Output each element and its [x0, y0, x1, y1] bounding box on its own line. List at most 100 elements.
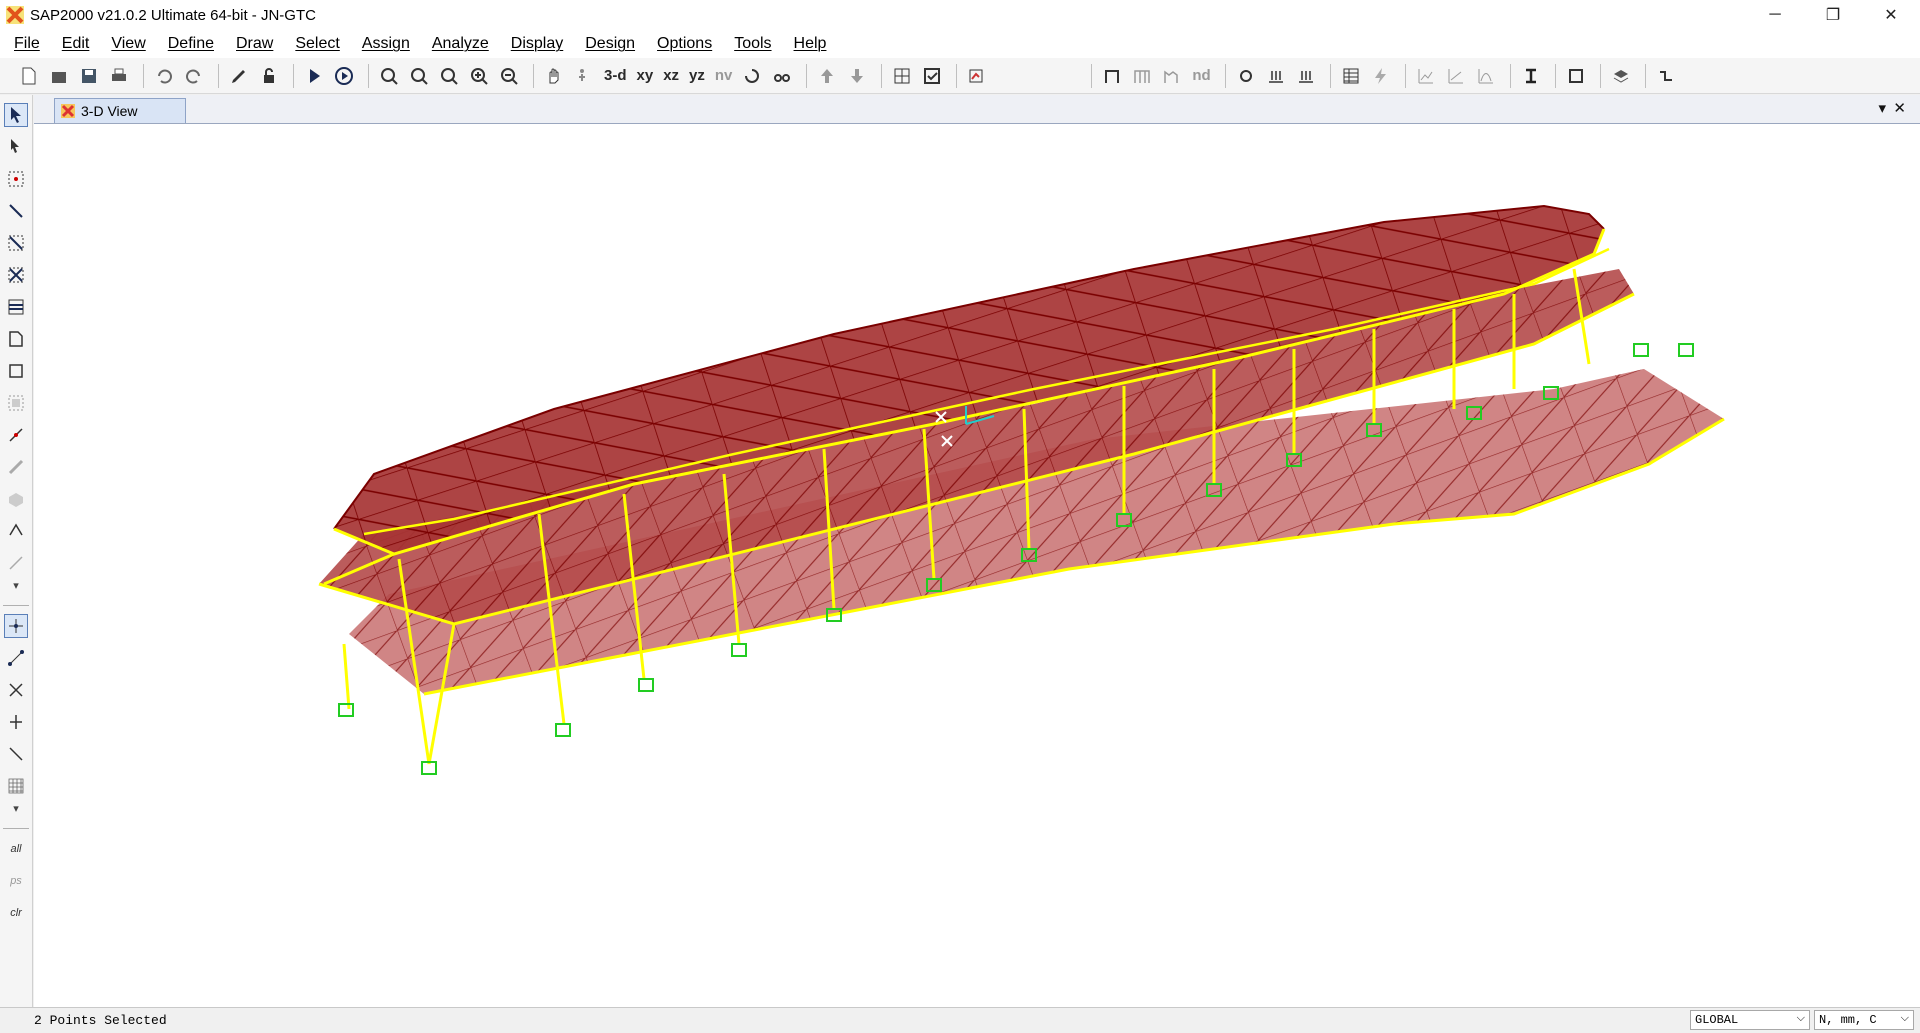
frame-dropdown[interactable] [1159, 63, 1185, 89]
fine-grid-icon [8, 778, 24, 794]
menu-view[interactable]: View [111, 35, 145, 53]
menu-draw[interactable]: Draw [236, 35, 273, 53]
menu-select[interactable]: Select [295, 35, 339, 53]
units-select[interactable]: N, mm, C ⌵ [1814, 1010, 1914, 1030]
tab-3d-view[interactable]: 3-D View [54, 98, 186, 123]
zoom-out-button[interactable] [496, 63, 522, 89]
section-dropdown[interactable] [1518, 63, 1544, 89]
snap-perpendicular-tool[interactable] [4, 710, 28, 734]
structural-model-canvas[interactable] [34, 124, 1920, 1007]
display-options-button[interactable] [889, 63, 915, 89]
zoom-restore-button[interactable] [406, 63, 432, 89]
quick-draw-braces-tool[interactable] [4, 263, 28, 287]
link-dropdown[interactable] [1653, 63, 1679, 89]
close-button[interactable]: ✕ [1862, 0, 1920, 30]
print-button[interactable] [106, 63, 132, 89]
menu-analyze[interactable]: Analyze [432, 35, 489, 53]
minimize-button[interactable]: ─ [1746, 0, 1804, 30]
zoom-window-button[interactable] [376, 63, 402, 89]
draw-tendon-tool[interactable] [4, 455, 28, 479]
more-tools-chevron-icon[interactable]: ▾ [0, 579, 32, 595]
draw-frame-tool[interactable] [4, 199, 28, 223]
view-nv-button[interactable]: nv [712, 63, 736, 89]
draw-joint-tool[interactable] [4, 167, 28, 191]
load-pattern-button[interactable] [1263, 63, 1289, 89]
draw-poly-area-tool[interactable] [4, 327, 28, 351]
set-display-button[interactable] [919, 63, 945, 89]
snap-intersections-tool[interactable] [4, 678, 28, 702]
reshape-tool[interactable] [4, 135, 28, 159]
quick-draw-secondary-tool[interactable] [4, 295, 28, 319]
rotate-view-button[interactable] [739, 63, 765, 89]
node-label-button[interactable]: nd [1189, 63, 1213, 89]
rotate-3d-button[interactable] [571, 63, 597, 89]
quick-draw-frame-tool[interactable] [4, 231, 28, 255]
zoom-in-button[interactable] [466, 63, 492, 89]
area-dropdown[interactable] [1563, 63, 1589, 89]
pan-button[interactable] [541, 63, 567, 89]
zoom-full-button[interactable] [436, 63, 462, 89]
tab-close-icon[interactable]: ✕ [1893, 99, 1906, 117]
snap-intersect-icon [9, 683, 23, 697]
load-case-button[interactable] [1293, 63, 1319, 89]
view-xz-button[interactable]: xz [660, 63, 682, 89]
tab-menu-chevron-icon[interactable]: ▾ [1878, 99, 1886, 117]
select-all-button[interactable]: all [4, 837, 28, 861]
menu-display[interactable]: Display [511, 35, 563, 53]
table-button[interactable] [1338, 63, 1364, 89]
graph2-button[interactable] [1443, 63, 1469, 89]
draw-dimension-tool[interactable] [4, 551, 28, 575]
perspective-button[interactable] [769, 63, 795, 89]
frame-button[interactable] [1099, 63, 1125, 89]
undo-button[interactable] [151, 63, 177, 89]
draw-link-tool[interactable] [4, 423, 28, 447]
flash-button[interactable] [1368, 63, 1394, 89]
run-analysis-button[interactable] [301, 63, 327, 89]
more-snap-chevron-icon[interactable]: ▾ [0, 802, 32, 818]
draw-section-cut-tool[interactable] [4, 519, 28, 543]
view-xy-button[interactable]: xy [634, 63, 657, 89]
snap-fine-grid-tool[interactable] [4, 774, 28, 798]
coordinate-system-select[interactable]: GLOBAL ⌵ [1690, 1010, 1810, 1030]
menu-define[interactable]: Define [168, 35, 214, 53]
redo-button[interactable] [181, 63, 207, 89]
menu-options[interactable]: Options [657, 35, 712, 53]
previous-select-button[interactable]: ps [4, 869, 28, 893]
units-value: N, mm, C [1819, 1013, 1877, 1027]
open-button[interactable] [46, 63, 72, 89]
save-button[interactable] [76, 63, 102, 89]
frame-table-button[interactable] [1129, 63, 1155, 89]
snap-line-ends-tool[interactable] [4, 646, 28, 670]
quick-draw-area-tool[interactable] [4, 391, 28, 415]
move-up-button[interactable] [814, 63, 840, 89]
show-deformed-dropdown[interactable] [964, 63, 990, 89]
menu-help[interactable]: Help [794, 35, 827, 53]
snap-lines-edges-tool[interactable] [4, 742, 28, 766]
snap-joints-tool[interactable] [4, 614, 28, 638]
menu-assign[interactable]: Assign [362, 35, 410, 53]
menu-design[interactable]: Design [585, 35, 635, 53]
layers-dropdown[interactable] [1608, 63, 1634, 89]
run-now-button[interactable] [331, 63, 357, 89]
view-yz-button[interactable]: yz [686, 63, 708, 89]
lock-button[interactable] [256, 63, 282, 89]
new-model-button[interactable] [16, 63, 42, 89]
draw-rect-area-tool[interactable] [4, 359, 28, 383]
refresh-view-button[interactable] [226, 63, 252, 89]
menu-file[interactable]: File [14, 35, 40, 53]
menu-edit[interactable]: Edit [62, 35, 90, 53]
joint-button[interactable] [1233, 63, 1259, 89]
load-icon [1268, 70, 1283, 83]
graph-button[interactable] [1413, 63, 1439, 89]
graph-dropdown[interactable] [1473, 63, 1499, 89]
draw-solid-tool[interactable] [4, 487, 28, 511]
move-down-button[interactable] [844, 63, 870, 89]
restore-button[interactable]: ❐ [1804, 0, 1862, 30]
menu-tools[interactable]: Tools [734, 35, 771, 53]
view-3d-button[interactable]: 3-d [601, 63, 630, 89]
area-icon [1568, 68, 1583, 83]
rotate-icon [745, 68, 760, 83]
pointer-tool[interactable] [4, 103, 28, 127]
line-icon [9, 204, 23, 218]
clear-select-button[interactable]: clr [4, 901, 28, 925]
